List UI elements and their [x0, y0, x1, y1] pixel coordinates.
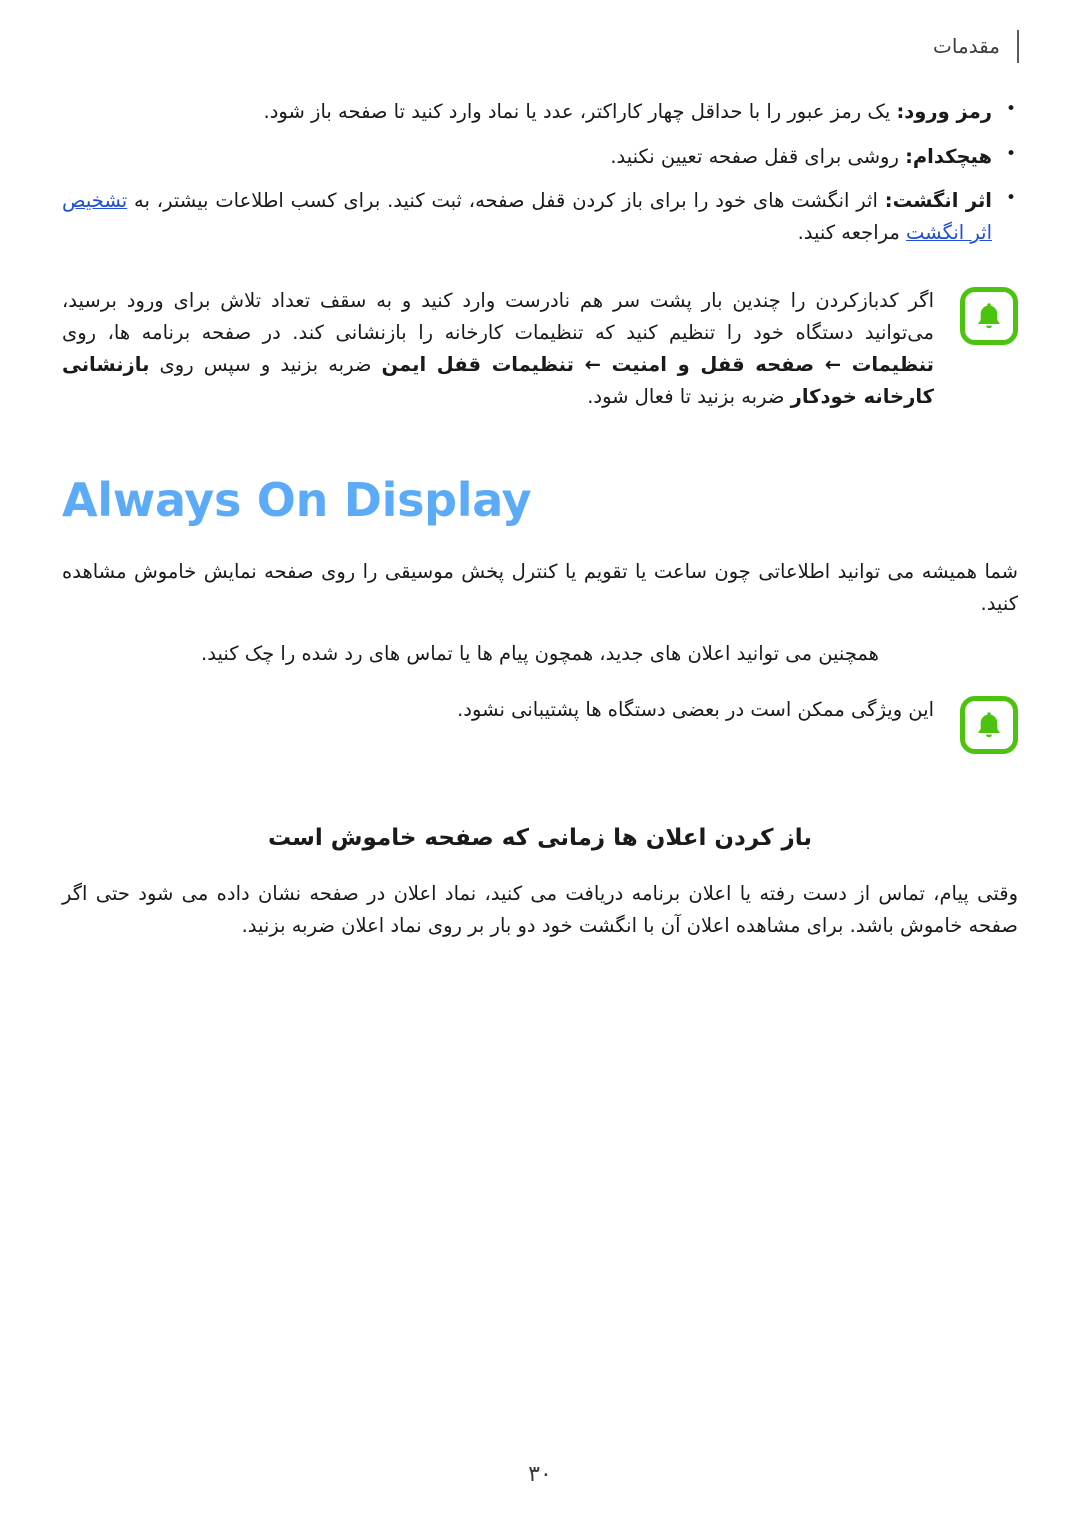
bullet-lead-label: اثر انگشت:	[884, 189, 992, 213]
bullet-text: روشی برای قفل صفحه تعیین نکنید.	[610, 144, 906, 168]
notice-factory-reset: اگر کدبازکردن را چندین بار پشت سر هم ناد…	[62, 285, 1018, 413]
page-footer: ۳۰	[0, 1462, 1080, 1487]
header-divider	[1017, 30, 1019, 63]
section-subheading: باز کردن اعلان ها زمانی که صفحه خاموش اس…	[267, 824, 813, 851]
settings-path: تنظیمات ← صفحه قفل و امنیت ← تنظیمات قفل…	[381, 353, 935, 377]
lock-method-list: رمز ورود: یک رمز عبور را با حداقل چهار ک…	[62, 95, 1018, 248]
aod-paragraph-3: وقتی پیام، تماس از دست رفته یا اعلان برن…	[62, 881, 1018, 937]
bell-icon	[960, 287, 1018, 346]
notice-text: این ویژگی ممکن است در بعضی دستگاه ها پشت…	[457, 697, 934, 721]
bullet-text: اثر انگشت های خود را برای باز کردن قفل ص…	[127, 189, 885, 213]
manual-page: مقدمات رمز ورود: یک رمز عبور را با حداقل…	[0, 0, 1080, 1527]
page-number: ۳۰	[528, 1462, 552, 1487]
bullet-lead-label: هیچکدام:	[905, 144, 992, 168]
running-header: مقدمات	[0, 30, 1080, 76]
page-content: رمز ورود: یک رمز عبور را با حداقل چهار ک…	[62, 95, 1018, 942]
bell-icon	[960, 695, 1018, 754]
list-item: اثر انگشت: اثر انگشت های خود را برای باز…	[62, 184, 1018, 248]
notice-text-part2: ضربه بزنید و سپس روی	[149, 353, 382, 377]
list-item: هیچکدام: روشی برای قفل صفحه تعیین نکنید.	[62, 140, 1018, 173]
chapter-title: مقدمات	[933, 34, 1000, 58]
notice-device-support: این ویژگی ممکن است در بعضی دستگاه ها پشت…	[62, 694, 1018, 768]
bullet-text: یک رمز عبور را با حداقل چهار کاراکتر، عد…	[263, 100, 897, 123]
aod-paragraph-1: شما همیشه می توانید اطلاعاتی چون ساعت یا…	[62, 559, 1018, 615]
bullet-lead-label: رمز ورود:	[896, 100, 993, 123]
bullet-text-after: مراجعه کنید.	[797, 220, 907, 244]
notice-text-part3: ضربه بزنید تا فعال شود.	[587, 385, 791, 409]
list-item: رمز ورود: یک رمز عبور را با حداقل چهار ک…	[62, 95, 1018, 128]
notice-text-part1: اگر کدبازکردن را چندین بار پشت سر هم ناد…	[62, 289, 934, 345]
notice-text: اگر کدبازکردن را چندین بار پشت سر هم ناد…	[62, 285, 934, 413]
page-title: Always On Display	[62, 473, 532, 528]
aod-paragraph-2: همچنین می توانید اعلان های جدید، همچون پ…	[201, 641, 879, 665]
